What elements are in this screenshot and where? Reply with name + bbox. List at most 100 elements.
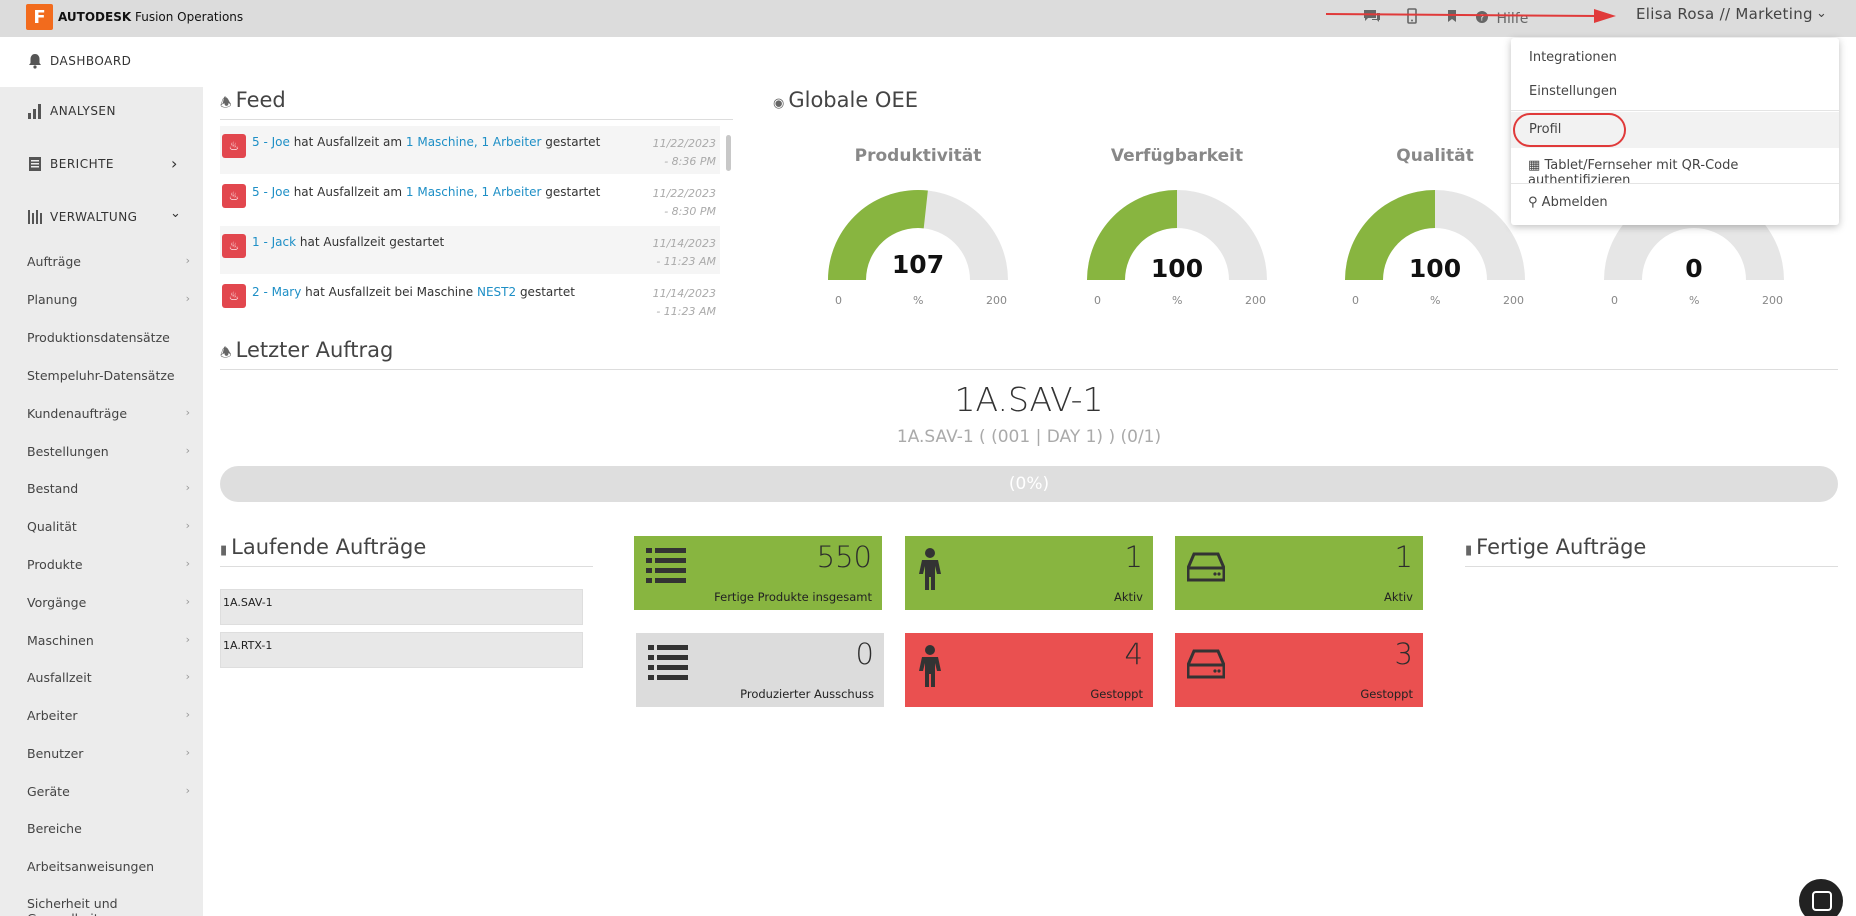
- feed-title: Feed: [235, 88, 286, 112]
- sidebar-item-produkte[interactable]: Produkte ›: [27, 557, 190, 572]
- alarm-icon: ♨: [222, 134, 246, 158]
- bar-chart-icon: [26, 102, 44, 120]
- chevron-right-icon: ›: [185, 519, 190, 532]
- gauge-verfuegbarkeit: Verfügbarkeit 100 0 % 200: [1072, 146, 1282, 326]
- gauge-title: Produktivität: [854, 146, 982, 166]
- feed-item[interactable]: ♨ 1 - Jack hat Ausfallzeit gestartet 11/…: [220, 226, 720, 274]
- feed-header: 🕭 Feed: [220, 88, 286, 116]
- stat-tile-workers-active[interactable]: 1 Aktiv: [905, 536, 1153, 610]
- support-chat-button[interactable]: [1799, 879, 1843, 916]
- sidebar-item-sicherheit[interactable]: Sicherheit und Gesundheit: [27, 896, 187, 916]
- order-progress-bar: (0%): [220, 466, 1838, 502]
- tablet-icon[interactable]: [1392, 8, 1432, 28]
- folder-icon: ▮: [220, 543, 228, 558]
- gauge-title: Verfügbarkeit: [1110, 146, 1244, 166]
- feed-user-link[interactable]: 1 - Jack: [252, 235, 296, 249]
- qr-code-icon: ▦: [1528, 158, 1541, 173]
- fusion-logo-icon: F: [26, 4, 53, 30]
- gauge-value: 0: [1685, 254, 1703, 283]
- menu-item-einstellungen[interactable]: Einstellungen: [1529, 84, 1617, 99]
- top-icons: ? Hilfe: [1352, 6, 1532, 30]
- gauge-unit: %: [1430, 294, 1441, 307]
- sidebar-item-auftraege[interactable]: Aufträge ›: [27, 254, 190, 269]
- bookmark-icon[interactable]: [1432, 9, 1472, 27]
- feed-scrollbar[interactable]: [726, 135, 731, 171]
- help-button[interactable]: ? Hilfe: [1472, 9, 1532, 27]
- sidebar-item-vorgaenge[interactable]: Vorgänge ›: [27, 595, 190, 610]
- chevron-right-icon: ›: [185, 746, 190, 759]
- top-bar: F AUTODESK Fusion Operations ? Hilfe Eli…: [0, 0, 1856, 37]
- tile-value: 550: [816, 540, 872, 574]
- chevron-right-icon: ›: [185, 292, 190, 305]
- chevron-right-icon: ›: [185, 595, 190, 608]
- report-icon: [26, 155, 44, 173]
- feed-item[interactable]: ♨ 5 - Joe hat Ausfallzeit am 1 Maschine,…: [220, 176, 720, 224]
- sidebar-item-produktionsdatensaetze[interactable]: Produktionsdatensätze: [27, 330, 187, 345]
- chevron-down-icon[interactable]: ⌄: [170, 206, 181, 221]
- feed-user-link[interactable]: 5 - Joe: [252, 185, 290, 199]
- sidebar-item-ausfallzeit[interactable]: Ausfallzeit ›: [27, 670, 190, 685]
- divider: [220, 566, 593, 567]
- sidebar-item-qualitaet[interactable]: Qualität ›: [27, 519, 190, 534]
- gauge-max: 200: [986, 294, 1007, 307]
- sidebar-item-arbeitsanweisungen[interactable]: Arbeitsanweisungen: [27, 859, 187, 874]
- feed-target-link[interactable]: 1 Maschine, 1 Arbeiter: [406, 185, 542, 199]
- stat-tile-workers-stopped[interactable]: 4 Gestoppt: [905, 633, 1153, 707]
- gauge-unit: %: [913, 294, 924, 307]
- menu-item-abmelden[interactable]: ⚲ Abmelden: [1528, 195, 1608, 210]
- tile-label: Gestoppt: [1360, 687, 1413, 701]
- sidebar-item-verwaltung[interactable]: VERWALTUNG: [26, 208, 137, 226]
- chevron-right-icon: ›: [185, 254, 190, 267]
- feed-item[interactable]: ♨ 5 - Joe hat Ausfallzeit am 1 Maschine,…: [220, 126, 720, 174]
- help-icon: ?: [1475, 11, 1488, 24]
- chevron-right-icon: ›: [185, 444, 190, 457]
- feed-item[interactable]: ♨ 2 - Mary hat Ausfallzeit bei Maschine …: [220, 276, 720, 324]
- stat-tile-scrap[interactable]: 0 Produzierter Ausschuss: [636, 633, 884, 707]
- sidebar-item-arbeiter[interactable]: Arbeiter ›: [27, 708, 190, 723]
- sidebar-item-bereiche[interactable]: Bereiche: [27, 821, 187, 836]
- stat-tile-machines-stopped[interactable]: 3 Gestoppt: [1175, 633, 1423, 707]
- running-orders-title: Laufende Aufträge: [231, 535, 427, 559]
- sidebar-item-kundenauftraege[interactable]: Kundenaufträge ›: [27, 406, 190, 421]
- app-logo[interactable]: F AUTODESK Fusion Operations: [26, 4, 243, 30]
- stat-tile-finished-products[interactable]: 550 Fertige Produkte insgesamt: [634, 536, 882, 610]
- gauge-value: 107: [891, 250, 945, 279]
- grip-icon: [26, 208, 44, 226]
- sidebar-item-geraete[interactable]: Geräte ›: [27, 784, 190, 799]
- tile-value: 4: [1124, 637, 1143, 671]
- sidebar-item-analysen[interactable]: ANALYSEN: [26, 102, 116, 120]
- sidebar-item-berichte[interactable]: BERICHTE: [26, 155, 114, 173]
- gauge-produktivitaet: Produktivität 107 0 % 200: [813, 146, 1023, 326]
- gauge-max: 200: [1762, 294, 1783, 307]
- feed-target-link[interactable]: NEST2: [477, 285, 516, 299]
- chevron-right-icon[interactable]: ›: [171, 154, 177, 173]
- menu-divider: [1511, 110, 1839, 111]
- running-order-item[interactable]: 1A.SAV-1: [220, 589, 583, 625]
- feed-target-link[interactable]: 1 Maschine, 1 Arbeiter: [406, 135, 542, 149]
- finished-orders-header: ▮ Fertige Aufträge: [1465, 535, 1646, 559]
- feed-user-link[interactable]: 2 - Mary: [252, 285, 301, 299]
- feed-timestamp: 11/22/2023- 8:30 PM: [652, 187, 716, 218]
- feed-user-link[interactable]: 5 - Joe: [252, 135, 290, 149]
- list-icon: [648, 645, 688, 680]
- running-order-item[interactable]: 1A.RTX-1: [220, 632, 583, 668]
- chevron-down-icon[interactable]: ⌄: [1816, 6, 1827, 21]
- sidebar-item-dashboard[interactable]: DASHBOARD: [0, 37, 203, 87]
- sidebar-item-bestand[interactable]: Bestand ›: [27, 481, 190, 496]
- gauge-title: Qualität: [1396, 146, 1474, 166]
- stat-tile-machines-active[interactable]: 1 Aktiv: [1175, 536, 1423, 610]
- chat-icon[interactable]: [1352, 8, 1392, 28]
- finished-orders-title: Fertige Aufträge: [1476, 535, 1647, 559]
- menu-item-integrationen[interactable]: Integrationen: [1529, 50, 1617, 65]
- user-menu-button[interactable]: Elisa Rosa // Marketing: [1636, 5, 1813, 23]
- alarm-icon: ♨: [222, 184, 246, 208]
- sidebar-item-bestellungen[interactable]: Bestellungen ›: [27, 444, 190, 459]
- menu-divider: [1511, 183, 1839, 184]
- sidebar-item-stempeluhr[interactable]: Stempeluhr-Datensätze: [27, 368, 187, 383]
- running-orders-header: ▮ Laufende Aufträge: [220, 535, 426, 559]
- sidebar-item-planung[interactable]: Planung ›: [27, 292, 190, 307]
- divider: [1465, 566, 1838, 567]
- last-order-title: Letzter Auftrag: [235, 338, 394, 362]
- sidebar-item-maschinen[interactable]: Maschinen ›: [27, 633, 190, 648]
- sidebar-item-benutzer[interactable]: Benutzer ›: [27, 746, 190, 761]
